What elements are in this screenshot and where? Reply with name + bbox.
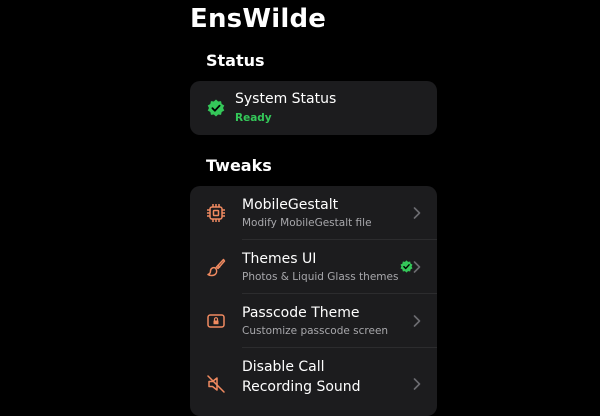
system-status-title: System Status — [235, 91, 337, 107]
tweak-title-line2: Recording Sound — [242, 379, 361, 395]
tweak-title: Themes UI — [242, 251, 317, 267]
check-seal-icon — [400, 260, 413, 273]
tweak-subtitle: Photos & Liquid Glass themes — [242, 271, 399, 283]
tweak-row-themes-ui[interactable]: Themes UI Photos & Liquid Glass themes — [190, 240, 437, 294]
tweak-subtitle: Modify MobileGestalt file — [242, 217, 372, 229]
tweaks-section-header: Tweaks — [206, 156, 272, 175]
lock-icon — [207, 314, 225, 328]
status-card: System Status Ready — [190, 81, 437, 135]
chevron-right-icon — [413, 378, 421, 390]
app-title: EnsWilde — [190, 4, 327, 34]
tweak-title-line1: Disable Call — [242, 359, 325, 375]
tweak-row-passcode-theme[interactable]: Passcode Theme Customize passcode screen — [190, 294, 437, 348]
chevron-right-icon — [413, 207, 421, 219]
tweak-row-mobilegestalt[interactable]: MobileGestalt Modify MobileGestalt file — [190, 186, 437, 240]
chip-icon — [207, 204, 225, 222]
check-seal-icon — [207, 99, 225, 117]
tweak-subtitle: Customize passcode screen — [242, 325, 389, 337]
tweak-row-disable-call-recording-sound[interactable]: Disable Call Recording Sound — [190, 348, 437, 416]
tweaks-card: MobileGestalt Modify MobileGestalt file … — [190, 186, 437, 416]
tweak-title: Passcode Theme — [242, 305, 360, 321]
chevron-right-icon — [413, 261, 421, 273]
speaker-slash-icon — [207, 375, 225, 393]
status-section-header: Status — [206, 51, 265, 70]
paintbrush-icon — [207, 258, 226, 277]
system-status-value: Ready — [235, 112, 272, 124]
system-status-row[interactable]: System Status Ready — [190, 81, 437, 135]
chevron-right-icon — [413, 315, 421, 327]
tweak-title: MobileGestalt — [242, 197, 339, 213]
